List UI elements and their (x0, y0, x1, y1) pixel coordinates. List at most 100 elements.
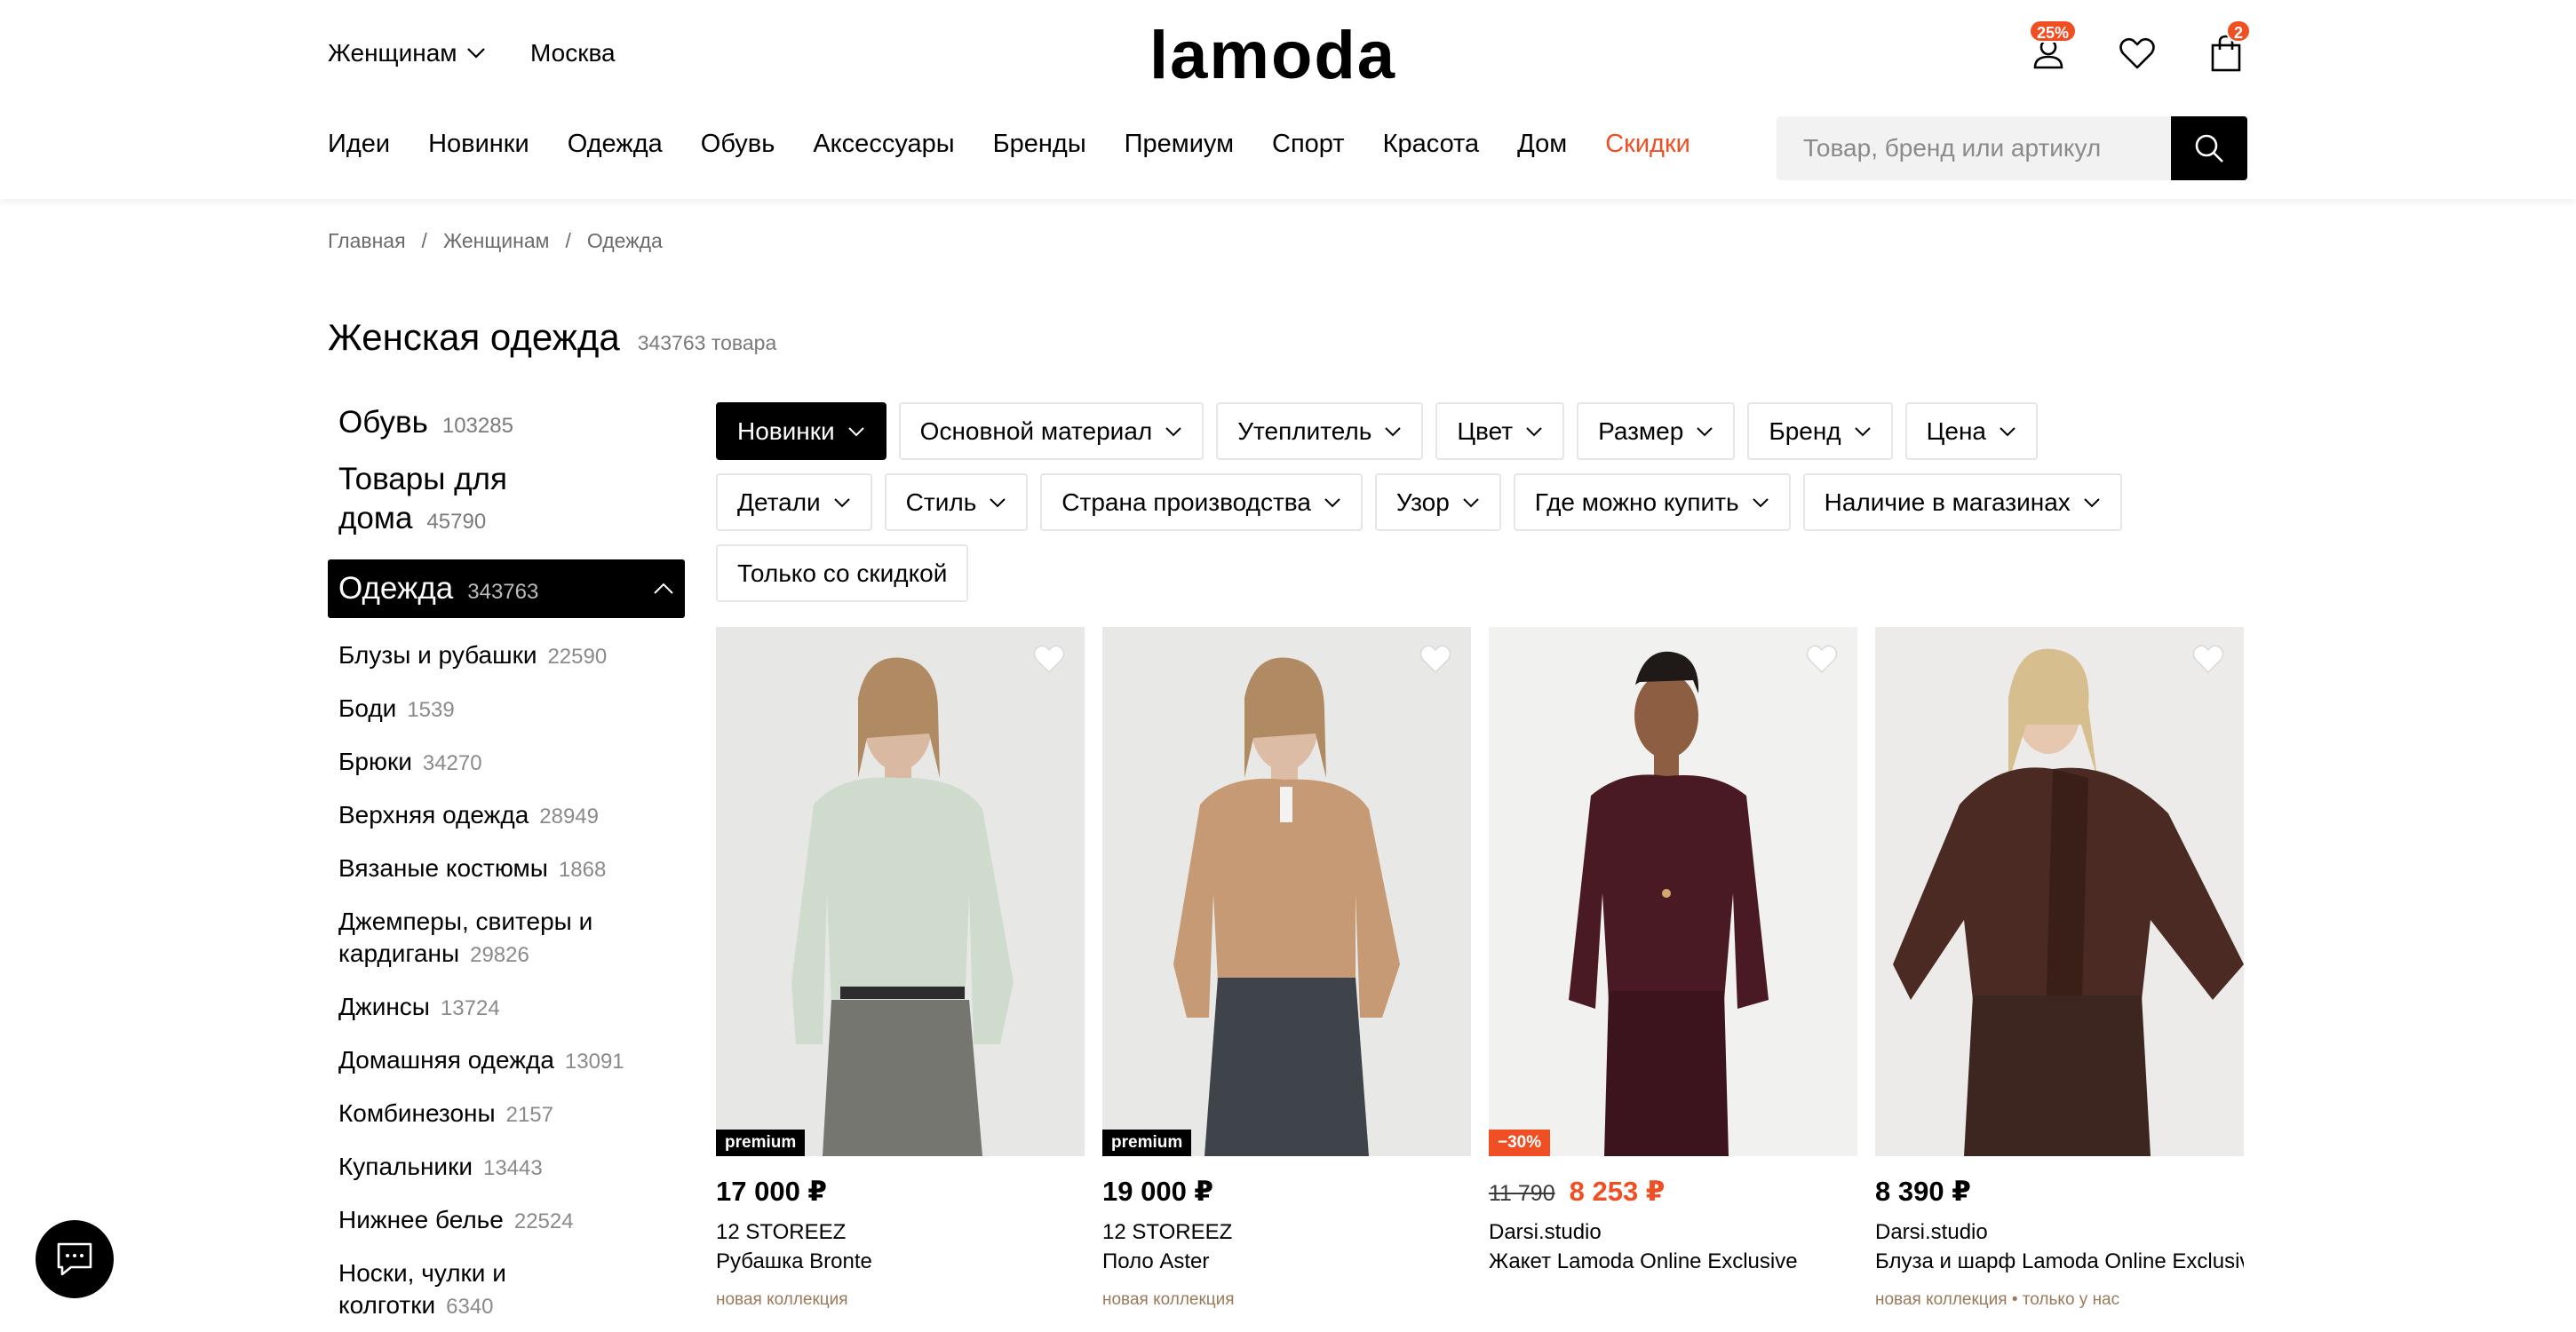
heart-icon[interactable] (1804, 643, 1840, 675)
nav-accessories[interactable]: Аксессуары (813, 130, 954, 159)
gender-label: Женщинам (328, 39, 457, 67)
filter-where-to-buy[interactable]: Где можно купить (1513, 473, 1791, 531)
filter-discount-only[interactable]: Только со скидкой (716, 544, 969, 602)
filter-brand[interactable]: Бренд (1747, 402, 1893, 460)
filter-label: Наличие в магазинах (1824, 488, 2071, 516)
heart-icon[interactable] (1031, 643, 1067, 675)
nav-sale[interactable]: Скидки (1605, 130, 1690, 159)
chat-button[interactable] (36, 1220, 114, 1298)
breadcrumb-women[interactable]: Женщинам (443, 229, 550, 253)
product-image[interactable]: premium (1102, 627, 1471, 1156)
subcategory-count: 22590 (547, 645, 608, 669)
search-input[interactable] (1777, 116, 2171, 180)
subcategory-label: Нижнее белье (338, 1206, 504, 1233)
cart-count-badge: 2 (2226, 20, 2252, 43)
subcategory-label: Купальники (338, 1153, 473, 1180)
wishlist-button[interactable] (2116, 32, 2159, 75)
sidebar-item-home-goods[interactable]: Товары для дома 45790 (328, 460, 532, 542)
nav-ideas[interactable]: Идеи (328, 130, 390, 159)
filter-insulation[interactable]: Утеплитель (1216, 402, 1424, 460)
subcategory-label: Джемперы, свитеры и кардиганы (338, 908, 593, 967)
subcategory-item[interactable]: Нижнее белье 22524 (328, 1204, 685, 1238)
subcategory-count: 22524 (513, 1209, 574, 1233)
subcategory-item[interactable]: Верхняя одежда 28949 (328, 799, 685, 833)
profile-button[interactable]: 25% (2027, 20, 2078, 75)
nav-shoes[interactable]: Обувь (701, 130, 775, 159)
subcategory-item[interactable]: Купальники 13443 (328, 1151, 685, 1185)
filter-label: Основной материал (919, 416, 1153, 445)
heart-icon[interactable] (2190, 643, 2226, 675)
product-card[interactable]: −30% 11 790 8 253 ₽ Darsi.studio Жакет L… (1489, 627, 1857, 1310)
product-image[interactable]: premium (716, 627, 1085, 1156)
filter-country[interactable]: Страна производства (1040, 473, 1363, 531)
product-brand: Darsi.studio (1489, 1220, 1602, 1244)
breadcrumb-clothes[interactable]: Одежда (587, 229, 663, 253)
breadcrumb-home[interactable]: Главная (328, 229, 406, 253)
subcategory-item[interactable]: Комбинезоны 2157 (328, 1098, 685, 1131)
nav-new[interactable]: Новинки (428, 130, 529, 159)
subcategory-item[interactable]: Вязаные костюмы 1868 (328, 852, 685, 886)
page-item-count: 343763 товара (637, 331, 777, 354)
sidebar-item-label: Обувь (338, 405, 428, 440)
product-sale-price: 8 253 ₽ (1569, 1176, 1666, 1207)
page-title: Женская одежда (328, 316, 620, 358)
site-logo[interactable]: lamoda (1149, 16, 1396, 96)
filter-label: Утеплитель (1237, 416, 1372, 445)
chevron-down-icon (1752, 497, 1769, 507)
subcategory-item[interactable]: Носки, чулки и колготки 6340 (328, 1257, 559, 1323)
product-brand: 12 STOREEZ (716, 1220, 847, 1244)
product-grid: premium 17 000 ₽ 12 STOREEZ Рубашка Bron… (716, 627, 2244, 1310)
subcategory-item[interactable]: Джемперы, свитеры и кардиганы 29826 (328, 906, 612, 971)
filter-price[interactable]: Цена (1904, 402, 2038, 460)
subcategory-item[interactable]: Джинсы 13724 (328, 991, 685, 1025)
sidebar-item-clothes-active[interactable]: Одежда 343763 (328, 559, 685, 618)
nav-brands[interactable]: Бренды (993, 130, 1086, 159)
filter-label: Новинки (737, 416, 835, 445)
breadcrumb-separator: / (565, 229, 571, 252)
subcategory-item[interactable]: Брюки 34270 (328, 746, 685, 780)
filter-new[interactable]: Новинки (716, 402, 886, 460)
chevron-down-icon (990, 497, 1006, 507)
filter-style[interactable]: Стиль (884, 473, 1029, 531)
subcategory-label: Джинсы (338, 993, 430, 1020)
chevron-down-icon (466, 48, 485, 59)
nav-beauty[interactable]: Красота (1383, 130, 1480, 159)
gender-selector[interactable]: Женщинам (328, 39, 486, 67)
sidebar-item-shoes[interactable]: Обувь 103285 (328, 405, 685, 440)
product-name: Блуза и шарф Lamoda Online Exclusive (1875, 1249, 2244, 1273)
filter-pattern[interactable]: Узор (1374, 473, 1501, 531)
product-card[interactable]: premium 19 000 ₽ 12 STOREEZ Поло Aster н… (1102, 627, 1471, 1310)
category-sidebar: Обувь 103285 Товары для дома 45790 Одежда 3… (328, 405, 685, 1332)
site-header: Женщинам Москва lamoda 25% 2 Идеи Новинк… (0, 0, 2576, 199)
breadcrumb: Главная / Женщинам / Одежда (328, 229, 663, 253)
subcategory-item[interactable]: Боди 1539 (328, 693, 685, 726)
filter-store-availability[interactable]: Наличие в магазинах (1802, 473, 2122, 531)
subcategory-item[interactable]: Блузы и рубашки 22590 (328, 639, 685, 673)
product-card[interactable]: premium 17 000 ₽ 12 STOREEZ Рубашка Bron… (716, 627, 1085, 1310)
sidebar-item-label: Одежда (338, 571, 454, 606)
nav-clothes[interactable]: Одежда (568, 130, 663, 159)
filter-details[interactable]: Детали (716, 473, 872, 531)
filter-size[interactable]: Размер (1577, 402, 1736, 460)
subcategory-item[interactable]: Домашняя одежда 13091 (328, 1044, 685, 1078)
search-button[interactable] (2171, 116, 2247, 180)
nav-premium[interactable]: Премиум (1125, 130, 1234, 159)
subcategory-count: 13724 (440, 996, 500, 1020)
nav-sport[interactable]: Спорт (1272, 130, 1345, 159)
chevron-down-icon (1463, 497, 1479, 507)
heart-icon[interactable] (1418, 643, 1453, 675)
product-image[interactable] (1875, 627, 2244, 1156)
product-image[interactable]: −30% (1489, 627, 1857, 1156)
filter-color[interactable]: Цвет (1435, 402, 1565, 460)
subcategory-label: Комбинезоны (338, 1099, 496, 1127)
main-nav: Идеи Новинки Одежда Обувь Аксессуары Бре… (328, 130, 1729, 159)
product-card[interactable]: 8 390 ₽ Darsi.studio Блуза и шарф Lamoda… (1875, 627, 2244, 1310)
filter-material[interactable]: Основной материал (898, 402, 1205, 460)
city-selector[interactable]: Москва (530, 39, 616, 67)
heart-icon (2119, 37, 2155, 69)
nav-home[interactable]: Дом (1517, 130, 1567, 159)
chevron-down-icon (1165, 426, 1181, 436)
subcategory-count: 28949 (539, 805, 600, 829)
chat-icon (57, 1242, 92, 1276)
cart-button[interactable]: 2 (2205, 20, 2252, 75)
